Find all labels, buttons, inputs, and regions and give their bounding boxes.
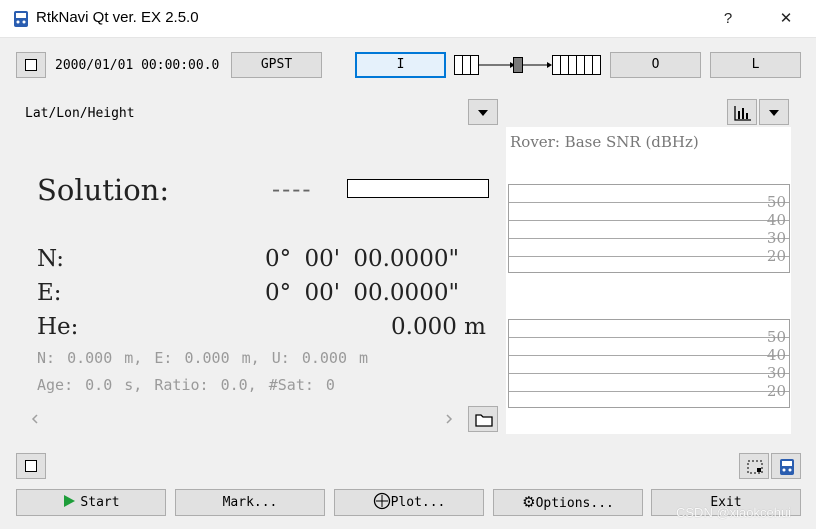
grid-line — [509, 238, 789, 239]
input-stream-button[interactable]: I — [355, 52, 446, 78]
time-system-button[interactable]: GPST — [231, 52, 322, 78]
title-bar: RtkNavi Qt ver. EX 2.5.0 ? ✕ — [0, 0, 816, 38]
square-icon — [25, 59, 37, 71]
grid-line — [509, 220, 789, 221]
folder-icon — [475, 414, 493, 427]
chevron-left-icon[interactable] — [31, 414, 39, 424]
snr-panel: Rover: Base SNR (dBHz) 50 40 30 20 50 40… — [506, 127, 791, 434]
mark-label: Mark... — [222, 495, 278, 510]
snr-title: Rover: Base SNR (dBHz) — [510, 133, 699, 151]
chevron-down-icon — [478, 110, 488, 116]
crosshair-icon — [373, 492, 390, 510]
snr-level-label: 30 — [766, 364, 786, 382]
snr-level-label: 20 — [766, 247, 786, 265]
neu-line: N: 0.000 m, E: 0.000 m, U: 0.000 m — [37, 349, 369, 367]
north-value: 0° 00' 00.0000" — [265, 246, 460, 272]
mark-button[interactable]: Mark... — [175, 489, 325, 516]
grid-line — [509, 391, 789, 392]
output-stream-button[interactable]: O — [610, 52, 701, 78]
solution-quality-bar — [347, 179, 489, 198]
solution-label: Solution: — [37, 173, 170, 207]
grid-line — [509, 373, 789, 374]
close-button[interactable]: ✕ — [774, 8, 798, 30]
snr-chart-type-button[interactable] — [727, 99, 757, 125]
start-button[interactable]: Start — [16, 489, 166, 516]
solution-status: ---- — [272, 175, 313, 203]
options-label: Options... — [535, 496, 614, 511]
window-title: RtkNavi Qt ver. EX 2.5.0 — [36, 9, 199, 26]
snr-level-label: 50 — [766, 328, 786, 346]
gear-icon: ⚙ — [522, 493, 536, 511]
chevron-down-icon — [769, 110, 779, 116]
north-label: N: — [37, 246, 65, 272]
log-stream-button[interactable]: L — [710, 52, 801, 78]
east-label: E: — [37, 280, 62, 306]
snr-level-label: 30 — [766, 229, 786, 247]
app-icon — [12, 10, 30, 28]
app-logo-icon — [780, 459, 794, 475]
plot-label: Plot... — [390, 495, 446, 510]
help-button[interactable]: ? — [716, 8, 740, 30]
grid-line — [509, 202, 789, 203]
snr-level-label: 40 — [766, 211, 786, 229]
bar-chart-icon — [734, 106, 751, 121]
square-icon — [25, 460, 37, 472]
toggle-panel-button[interactable] — [16, 52, 46, 78]
open-folder-button[interactable] — [468, 406, 498, 432]
age-line: Age: 0.0 s, Ratio: 0.0, #Sat: 0 — [37, 376, 335, 394]
start-label: Start — [80, 495, 120, 510]
base-snr-chart: 50 40 30 20 — [508, 319, 790, 408]
stream-status-indicator — [453, 54, 603, 76]
toggle-panel-button-bottom[interactable] — [16, 453, 46, 479]
horizontal-scrollbar[interactable] — [27, 408, 464, 430]
play-icon — [64, 495, 76, 507]
height-value: 0.000 m — [391, 314, 486, 340]
options-button[interactable]: ⚙Options... — [493, 489, 643, 516]
grid-line — [509, 256, 789, 257]
grid-line — [509, 337, 789, 338]
snr-level-label: 40 — [766, 346, 786, 364]
rover-snr-chart: 50 40 30 20 — [508, 184, 790, 273]
east-value: 0° 00' 00.0000" — [265, 280, 460, 306]
plot-button[interactable]: Plot... — [334, 489, 484, 516]
grid-line — [509, 355, 789, 356]
snr-level-label: 20 — [766, 382, 786, 400]
solution-format-label: Lat/Lon/Height — [25, 106, 135, 121]
tray-button[interactable] — [739, 453, 769, 479]
height-label: He: — [37, 314, 79, 340]
datetime-display: 2000/01/01 00:00:00.0 — [55, 58, 220, 73]
watermark: CSDN @xiaokcehui — [676, 505, 792, 520]
chevron-right-icon[interactable] — [445, 414, 453, 424]
snr-level-label: 50 — [766, 193, 786, 211]
format-dropdown-button[interactable] — [468, 99, 498, 125]
about-button[interactable] — [771, 453, 801, 479]
snr-dropdown-button[interactable] — [759, 99, 789, 125]
tray-icon — [747, 460, 763, 474]
